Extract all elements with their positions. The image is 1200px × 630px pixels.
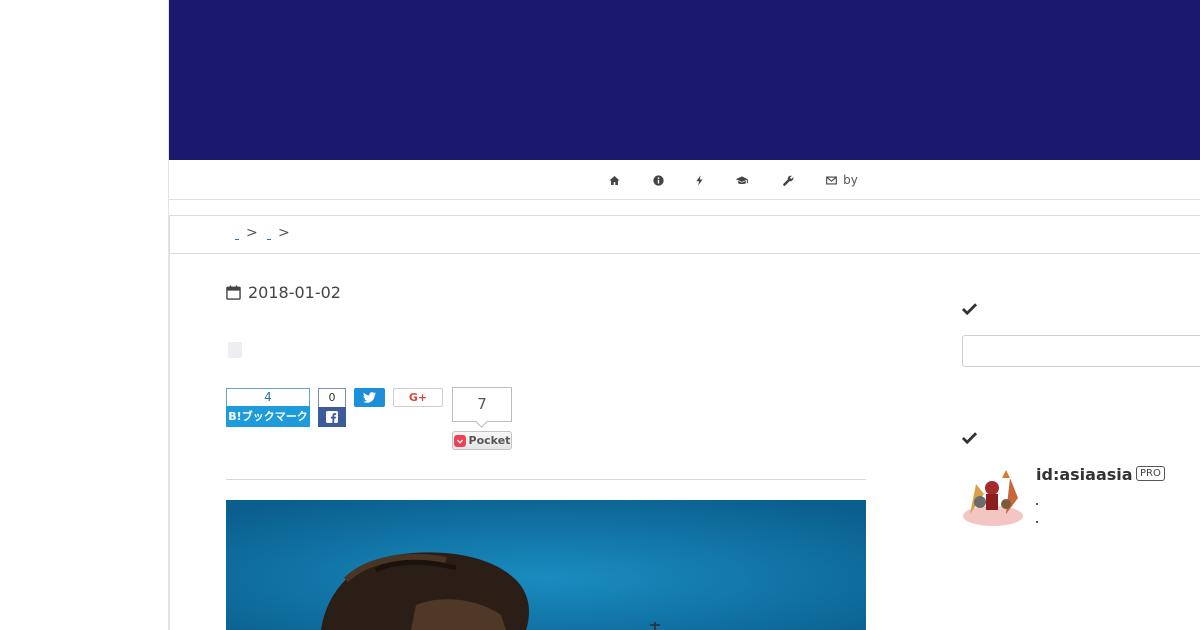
facebook-share-button[interactable]: 0 <box>318 388 346 427</box>
twitter-icon <box>363 392 376 403</box>
twitter-share-button[interactable] <box>354 388 385 407</box>
article-hero-image <box>226 500 866 630</box>
profile-name[interactable]: id:asiaasia <box>1036 465 1133 484</box>
envelope-icon <box>826 176 838 184</box>
nav-contact-label: by <box>843 173 858 187</box>
home-icon <box>609 175 619 185</box>
graduation-cap-icon <box>735 175 748 184</box>
wrench-icon <box>782 175 793 186</box>
pocket-icon <box>453 434 466 447</box>
breadcrumb-separator: > <box>246 225 258 241</box>
breadcrumb: > > <box>169 215 1200 254</box>
avatar[interactable] <box>962 464 1024 526</box>
nav-contact[interactable]: by <box>825 160 859 200</box>
nav-home[interactable] <box>607 160 621 200</box>
check-icon <box>962 432 977 444</box>
hatena-bookmark-button[interactable]: 4 B!ブックマーク <box>226 388 310 427</box>
search-input[interactable] <box>962 335 1200 367</box>
breadcrumb-link-category[interactable] <box>267 236 271 240</box>
hatena-bookmark-label: B!ブックマーク <box>226 406 310 427</box>
page: by > > 2018-01-02 4 B!ブックマーク 0 G+ 7 Pock… <box>0 0 1200 630</box>
nav-news[interactable] <box>692 160 706 200</box>
header-banner[interactable] <box>169 0 1200 160</box>
bolt-icon <box>695 174 703 186</box>
facebook-share-count: 0 <box>318 388 346 407</box>
pocket-label: Pocket <box>468 434 511 447</box>
nav-about[interactable] <box>651 160 665 200</box>
check-icon <box>962 303 977 315</box>
category-label[interactable] <box>228 342 242 358</box>
content-divider <box>226 479 866 480</box>
breadcrumb-separator: > <box>278 225 290 241</box>
left-gutter <box>0 0 169 630</box>
pocket-save-button[interactable]: 7 Pocket <box>452 387 512 450</box>
nav-tools[interactable] <box>781 160 795 200</box>
article-date-text: 2018-01-02 <box>248 283 341 302</box>
pro-badge: PRO <box>1136 466 1165 481</box>
content-border <box>169 254 170 630</box>
calendar-icon <box>226 285 241 300</box>
hatena-bookmark-count: 4 <box>226 388 310 406</box>
global-nav: by <box>169 160 1200 200</box>
googleplus-share-button[interactable]: G+ <box>393 388 443 407</box>
breadcrumb-link-home[interactable] <box>235 236 239 240</box>
info-icon <box>652 174 664 186</box>
article-date: 2018-01-02 <box>226 283 341 302</box>
facebook-icon <box>326 411 338 423</box>
nav-study[interactable] <box>734 160 750 200</box>
